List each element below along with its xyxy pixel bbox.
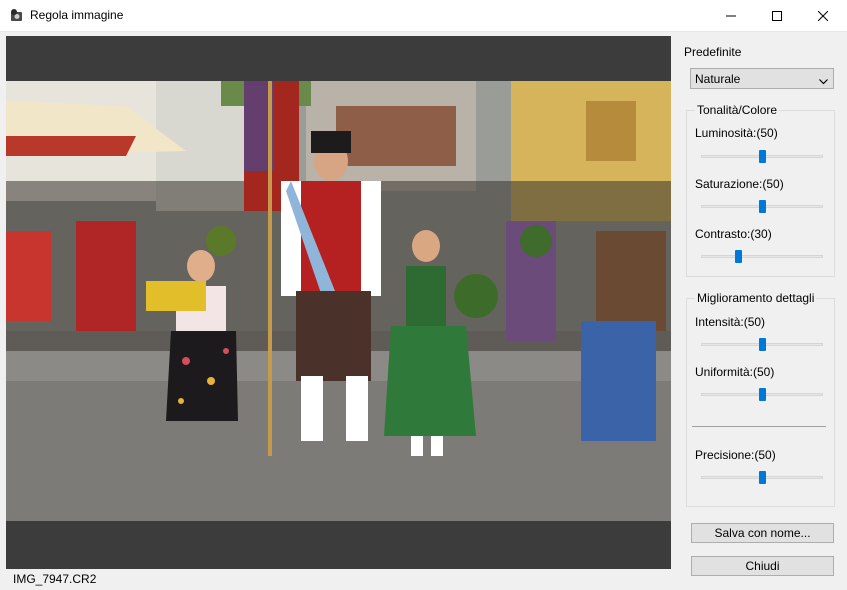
preset-value: Naturale bbox=[695, 72, 741, 86]
intensity-slider[interactable] bbox=[701, 338, 823, 352]
save-as-button[interactable]: Salva con nome... bbox=[691, 523, 834, 543]
image-preview-area bbox=[6, 36, 671, 569]
maximize-icon bbox=[772, 10, 782, 21]
slider-thumb[interactable] bbox=[734, 250, 742, 263]
window-title: Regola immagine bbox=[30, 8, 124, 22]
contrast-slider[interactable] bbox=[701, 250, 823, 264]
precision-label: Precisione:(50) bbox=[695, 448, 776, 462]
slider-thumb[interactable] bbox=[759, 388, 766, 401]
title-bar: Regola immagine bbox=[0, 0, 847, 32]
minimize-icon bbox=[726, 15, 736, 16]
close-window-button[interactable] bbox=[800, 0, 846, 31]
brightness-label: Luminosità:(50) bbox=[695, 126, 778, 140]
minimize-button[interactable] bbox=[708, 0, 754, 31]
slider-thumb[interactable] bbox=[759, 471, 766, 484]
tone-color-group-title: Tonalità/Colore bbox=[695, 103, 780, 117]
slider-track bbox=[701, 255, 823, 258]
maximize-button[interactable] bbox=[754, 0, 800, 31]
uniformity-label: Uniformità:(50) bbox=[695, 365, 775, 379]
preset-dropdown[interactable]: Naturale bbox=[690, 68, 834, 89]
saturation-slider[interactable] bbox=[701, 200, 823, 214]
close-button[interactable]: Chiudi bbox=[691, 556, 834, 576]
detail-enhancement-group-title: Miglioramento dettagli bbox=[695, 291, 817, 305]
image-filename: IMG_7947.CR2 bbox=[13, 572, 97, 586]
uniformity-slider[interactable] bbox=[701, 388, 823, 402]
app-icon bbox=[9, 8, 23, 22]
group-separator bbox=[692, 426, 826, 427]
close-icon bbox=[818, 10, 828, 21]
brightness-slider[interactable] bbox=[701, 150, 823, 164]
precision-slider[interactable] bbox=[701, 471, 823, 485]
preview-photo bbox=[6, 81, 671, 521]
contrast-label: Contrasto:(30) bbox=[695, 227, 772, 241]
presets-label: Predefinite bbox=[684, 45, 742, 59]
slider-thumb[interactable] bbox=[759, 150, 766, 163]
slider-thumb[interactable] bbox=[759, 200, 766, 213]
slider-thumb[interactable] bbox=[759, 338, 766, 351]
saturation-label: Saturazione:(50) bbox=[695, 177, 784, 191]
intensity-label: Intensità:(50) bbox=[695, 315, 766, 329]
chevron-down-icon bbox=[819, 74, 828, 88]
